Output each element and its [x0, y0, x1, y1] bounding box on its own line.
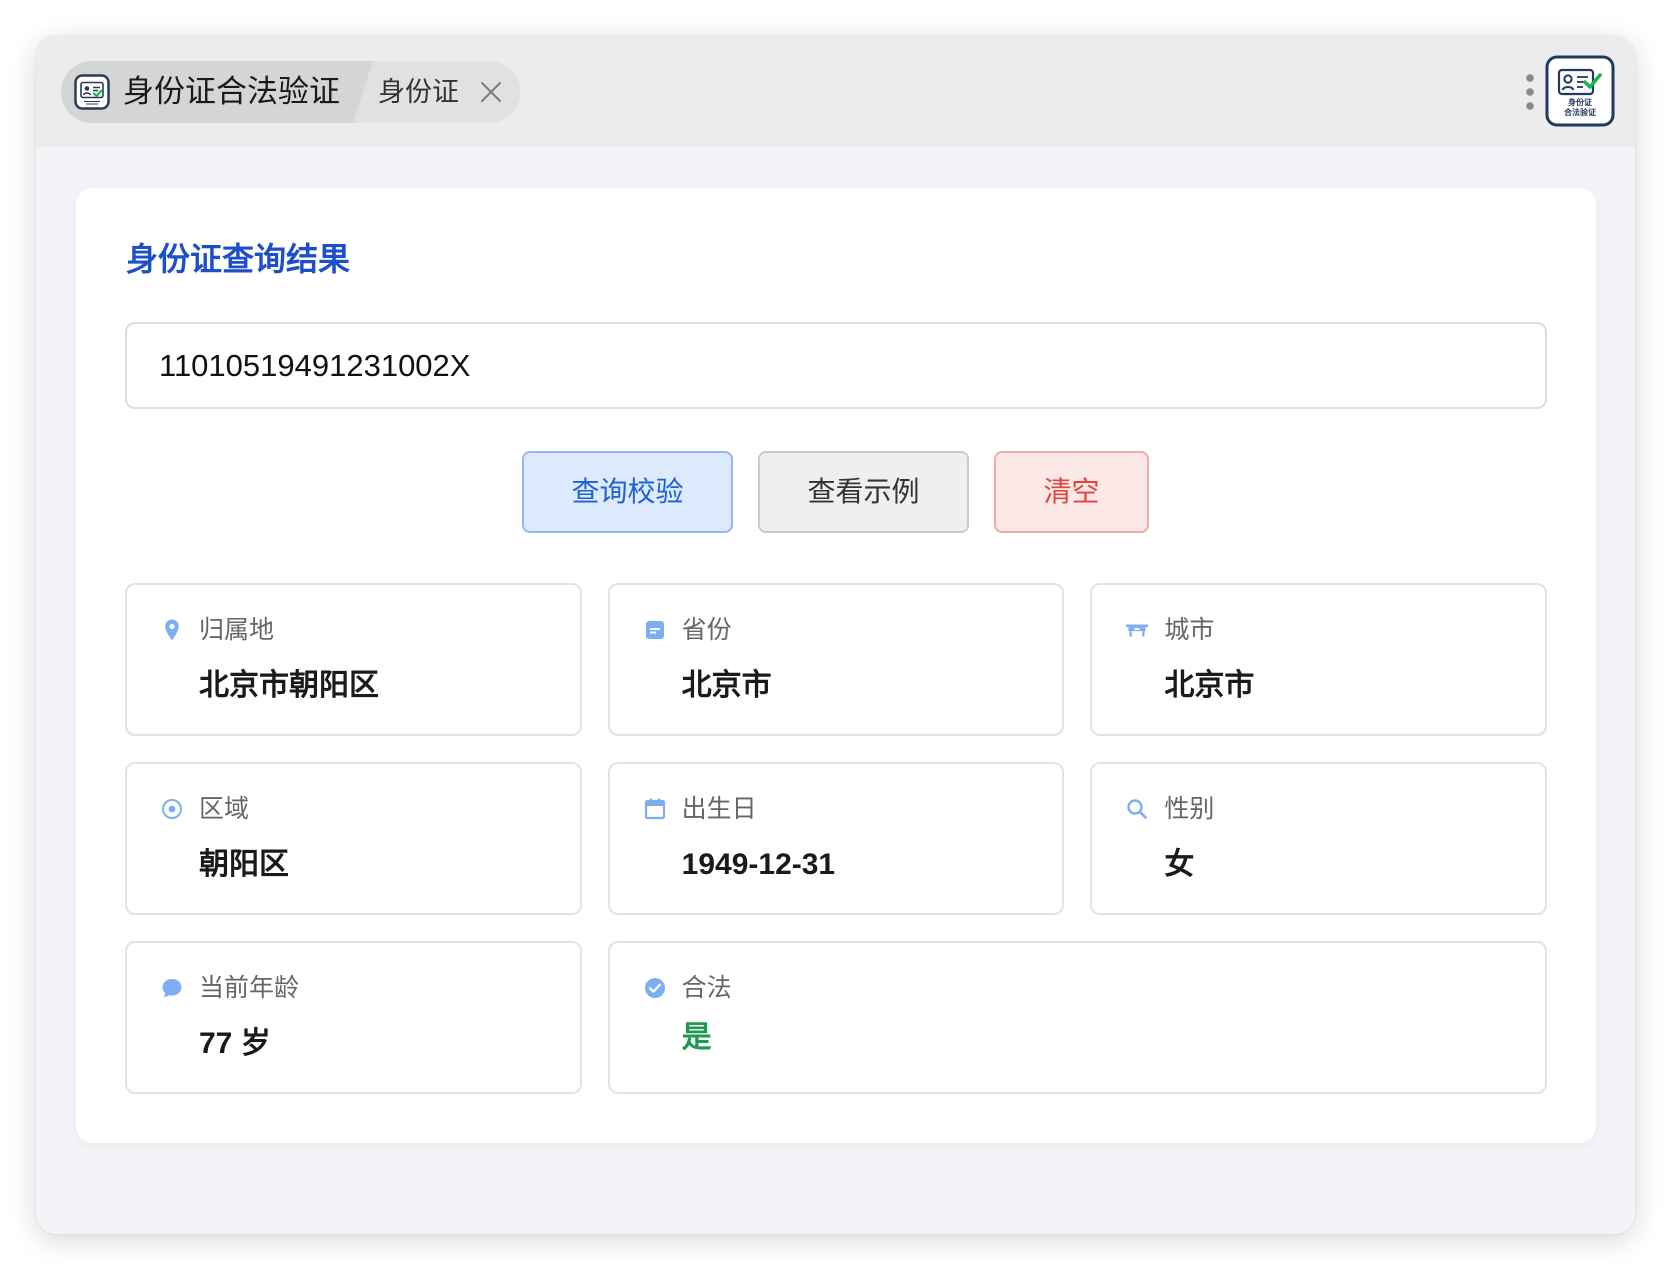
- result-value: 北京市: [1164, 669, 1255, 702]
- app-icon-logo-text-1: 身份证: [1568, 97, 1592, 107]
- close-icon[interactable]: [479, 80, 503, 104]
- kebab-menu-icon[interactable]: [1524, 73, 1536, 111]
- view-example-button[interactable]: 查看示例: [758, 451, 969, 533]
- result-card-district: 区域 朝阳区: [125, 762, 582, 915]
- result-label: 城市: [1164, 616, 1215, 644]
- result-label: 省份: [681, 616, 732, 644]
- result-value: 朝阳区: [199, 848, 289, 881]
- city-icon: [1126, 624, 1149, 637]
- id-card-check-icon: [74, 74, 110, 110]
- result-card-legal: 合法 是: [607, 941, 1547, 1094]
- tab-id-verify[interactable]: 身份证合法验证: [61, 61, 373, 123]
- id-card-verify-app-icon[interactable]: 身份证 合法验证: [1545, 55, 1615, 127]
- result-card-city: 城市 北京市: [1090, 583, 1547, 736]
- location-pin-icon: [165, 619, 179, 641]
- result-card-origin: 归属地 北京市朝阳区: [125, 583, 582, 736]
- app-icon-logo-text-2: 合法验证: [1563, 107, 1596, 117]
- result-value: 北京市朝阳区: [199, 669, 379, 702]
- clear-button[interactable]: 清空: [994, 451, 1149, 533]
- tab-id-card[interactable]: 身份证: [373, 61, 520, 123]
- tab-label: 身份证: [378, 77, 459, 107]
- result-value: 北京市: [681, 669, 772, 702]
- tab-strip: 身份证合法验证 身份证: [61, 61, 520, 123]
- result-label: 出生日: [681, 795, 757, 823]
- district-target-icon: [162, 799, 182, 819]
- check-circle-icon: [644, 978, 665, 998]
- tab-title: 身份证合法验证: [123, 74, 340, 109]
- result-label: 区域: [199, 795, 250, 823]
- page-title: 身份证查询结果: [126, 241, 351, 277]
- calendar-icon: [644, 798, 665, 820]
- chat-bubble-icon: [162, 979, 182, 998]
- id-number-input[interactable]: [125, 322, 1547, 409]
- search-icon: [1127, 799, 1148, 819]
- result-value: 女: [1164, 848, 1195, 881]
- result-card-age: 当前年龄 77 岁: [125, 941, 582, 1094]
- result-label: 当前年龄: [199, 974, 300, 1002]
- result-card-gender: 性别 女: [1090, 762, 1547, 915]
- result-value: 1949-12-31: [681, 848, 836, 881]
- result-label: 性别: [1164, 795, 1215, 823]
- result-value: 77 岁: [199, 1027, 271, 1060]
- title-bar: 身份证合法验证 身份证 身份证 合法验证: [36, 36, 1635, 147]
- legal-status-value: 是: [681, 1021, 712, 1054]
- result-card-birthdate: 出生日 1949-12-31: [607, 762, 1065, 915]
- result-grid: 归属地 北京市朝阳区 省份 北京市 城市 北京市 区域 朝阳区 出生日 1949…: [125, 583, 1547, 1094]
- province-card-icon: [645, 621, 664, 639]
- result-label: 归属地: [199, 616, 275, 644]
- result-card-province: 省份 北京市: [607, 583, 1065, 736]
- result-label: 合法: [681, 974, 732, 1002]
- query-verify-button[interactable]: 查询校验: [522, 451, 733, 533]
- result-panel: 身份证查询结果 查询校验 查看示例 清空 归属地 北京市朝阳区 省份 北京市: [76, 188, 1596, 1143]
- app-window: 身份证合法验证 身份证 身份证 合法验证 身份证查询结果 11010519491…: [36, 36, 1635, 1234]
